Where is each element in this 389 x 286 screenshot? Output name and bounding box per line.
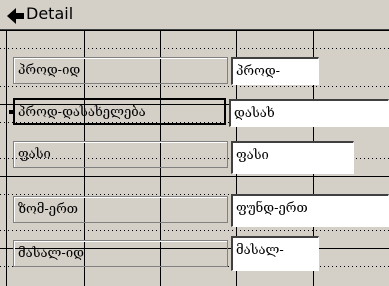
textbox-prod-id[interactable]: პროდ- <box>231 57 319 85</box>
section-title: Detail <box>26 4 74 23</box>
detail-section-header[interactable]: Detail <box>0 0 389 30</box>
label-price[interactable]: ფასი <box>13 141 228 168</box>
label-unit[interactable]: ზომ-ერთ <box>13 196 228 223</box>
textbox-prod-name[interactable]: დასახ <box>229 99 389 127</box>
label-prod-id[interactable]: პროდ-იდ <box>13 57 228 84</box>
label-prod-name[interactable]: პროდ-დასახელება <box>13 98 226 125</box>
down-arrow-icon <box>4 6 28 26</box>
selection-handle[interactable] <box>9 110 13 114</box>
label-material-id[interactable]: მასალ-იდ <box>13 240 228 267</box>
textbox-unit[interactable]: ფუნდ-ერთ <box>231 194 389 227</box>
form-design-surface[interactable]: Detail პროდ-იდ პროდ- პროდ-დასახელება დას… <box>0 0 389 286</box>
textbox-price[interactable]: ფასი <box>231 141 354 174</box>
textbox-material-id[interactable]: მასალ- <box>231 236 319 271</box>
